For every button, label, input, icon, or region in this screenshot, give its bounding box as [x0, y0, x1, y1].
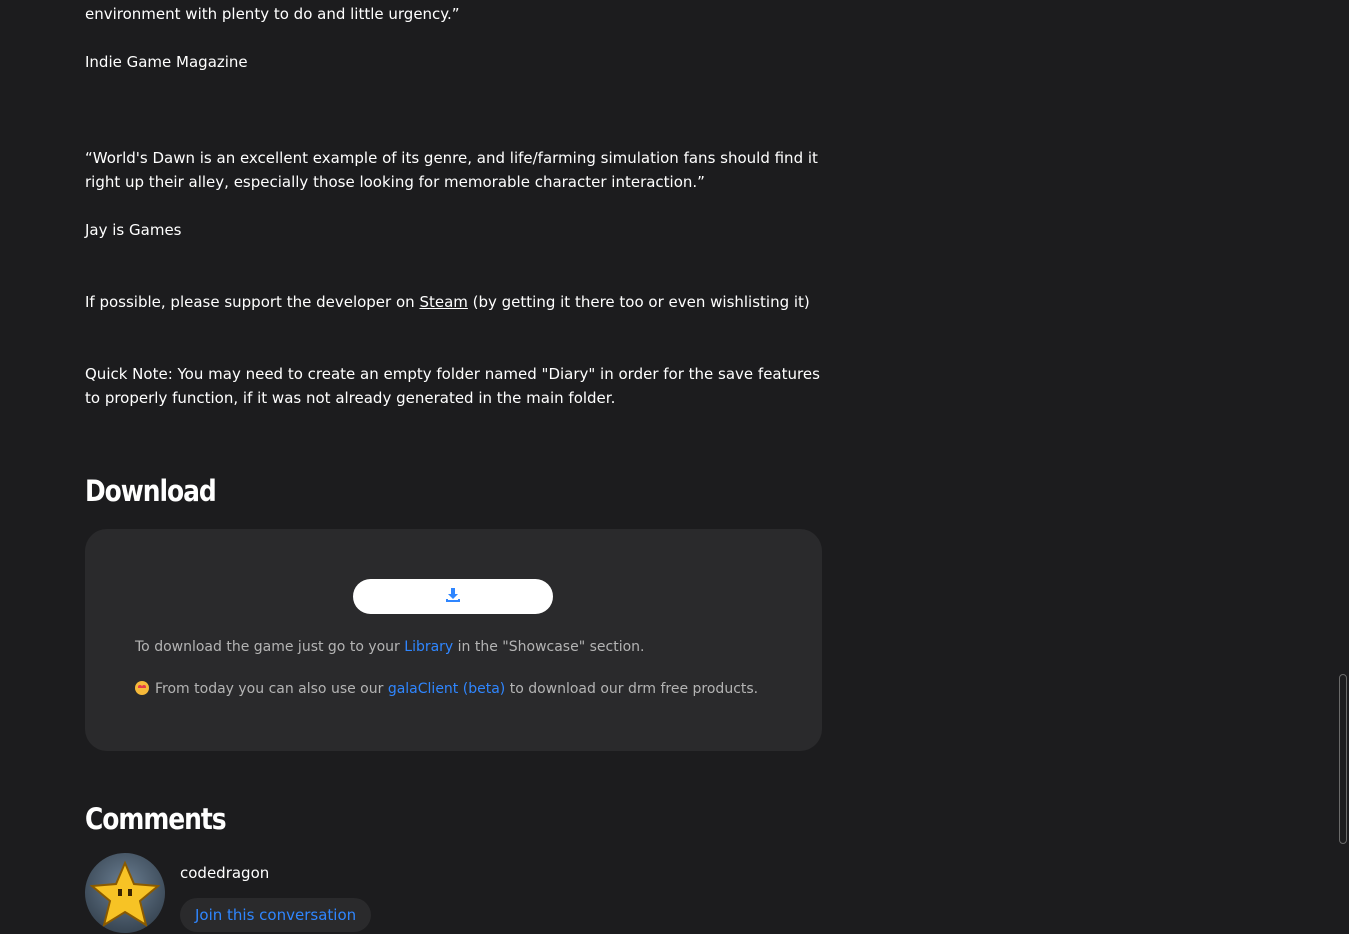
library-note: To download the game just go to your Lib… [135, 639, 644, 655]
quick-note-line-2: to properly function, if it was not alre… [85, 389, 616, 407]
library-note-after: in the "Showcase" section. [453, 639, 645, 655]
download-button[interactable] [353, 579, 553, 614]
scrollbar[interactable] [1339, 674, 1347, 844]
join-conversation-button[interactable]: Join this conversation [180, 898, 372, 932]
download-panel: To download the game just go to your Lib… [85, 529, 822, 751]
quote-1-source: Indie Game Magazine [85, 53, 248, 71]
support-text: If possible, please support the develope… [85, 290, 822, 314]
download-heading: Download [85, 474, 217, 508]
page: environment with plenty to do and little… [0, 0, 1349, 934]
library-link[interactable]: Library [404, 639, 453, 655]
galaclient-link[interactable]: galaClient (beta) [388, 681, 505, 697]
galaclient-note: From today you can also use our galaClie… [135, 681, 758, 697]
quote-1-end: environment with plenty to do and little… [85, 5, 460, 23]
quote-2-line-2: right up their alley, especially those l… [85, 173, 705, 191]
comment-username[interactable]: codedragon [180, 864, 269, 882]
library-note-before: To download the game just go to your [135, 639, 405, 655]
quick-note-line-1: Quick Note: You may need to create an em… [85, 365, 820, 383]
galaclient-note-before: From today you can also use our [155, 681, 388, 697]
support-text-before: If possible, please support the develope… [85, 293, 420, 311]
star-avatar-icon [89, 860, 161, 928]
avatar[interactable] [85, 853, 165, 933]
galaclient-note-after: to download our drm free products. [505, 681, 759, 697]
support-text-after: (by getting it there too or even wishlis… [467, 293, 810, 311]
download-icon [445, 587, 461, 607]
star-struck-emoji-icon [135, 681, 149, 695]
quote-2-source: Jay is Games [85, 221, 182, 239]
comments-heading: Comments [85, 802, 227, 836]
steam-link[interactable]: Steam [419, 293, 467, 311]
quote-2-line-1: “World's Dawn is an excellent example of… [85, 149, 818, 167]
